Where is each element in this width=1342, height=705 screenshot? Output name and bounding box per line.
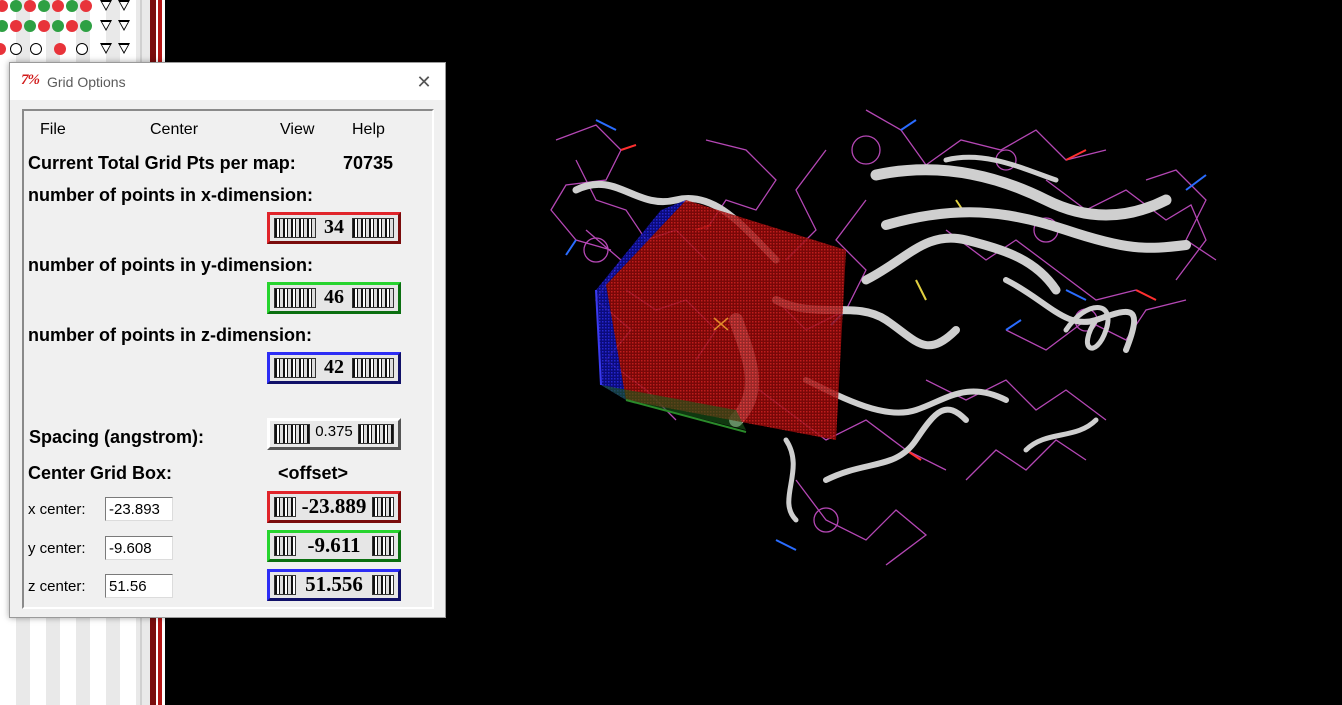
grid-options-panel: File Center View Help Current Total Grid… xyxy=(22,109,434,609)
green-dot-icon xyxy=(10,0,22,12)
molecule-viewer[interactable] xyxy=(446,0,1342,705)
x-offset-value: -23.889 xyxy=(299,494,369,518)
red-dot-icon xyxy=(80,0,92,12)
red-dot-icon xyxy=(0,0,8,12)
x-center-input[interactable] xyxy=(105,497,173,521)
empty-circle-icon xyxy=(76,43,88,55)
y-center-input[interactable] xyxy=(105,536,173,560)
red-dot-icon xyxy=(66,20,78,32)
tk-icon: 7% xyxy=(21,72,40,88)
spacing-thumbwheel[interactable]: 0.375 xyxy=(267,418,401,450)
y-points-thumbwheel[interactable]: 46 xyxy=(267,282,401,314)
x-points-label: number of points in x-dimension: xyxy=(28,185,313,205)
atom-symbol-row xyxy=(0,20,140,34)
x-center-label: x center: xyxy=(28,501,86,518)
spacing-label: Spacing (angstrom): xyxy=(29,427,205,447)
spacing-value: 0.375 xyxy=(313,423,355,440)
triangle-icon xyxy=(118,43,130,54)
offset-label: <offset> xyxy=(278,463,349,483)
x-offset-thumbwheel[interactable]: -23.889 xyxy=(267,491,401,523)
total-grid-points-value: 70735 xyxy=(343,153,394,173)
triangle-icon xyxy=(100,0,112,11)
triangle-icon xyxy=(118,20,130,31)
red-dot-icon xyxy=(10,20,22,32)
close-icon[interactable]: ✕ xyxy=(409,67,439,97)
y-points-label: number of points in y-dimension: xyxy=(28,255,313,275)
triangle-icon xyxy=(100,20,112,31)
title-bar[interactable]: 7% Grid Options ✕ xyxy=(10,63,445,100)
triangle-icon xyxy=(100,43,112,54)
window-title: Grid Options xyxy=(47,74,126,90)
x-points-value: 34 xyxy=(322,216,346,238)
green-dot-icon xyxy=(52,20,64,32)
z-offset-value: 51.556 xyxy=(303,572,365,596)
y-offset-value: -9.611 xyxy=(305,533,363,557)
grid-options-dialog: 7% Grid Options ✕ File Center View Help … xyxy=(9,62,446,618)
y-offset-thumbwheel[interactable]: -9.611 xyxy=(267,530,401,562)
green-dot-icon xyxy=(0,20,8,32)
y-center-label: y center: xyxy=(28,540,86,557)
red-dot-icon xyxy=(52,0,64,12)
menu-help[interactable]: Help xyxy=(352,121,385,139)
green-dot-icon xyxy=(80,20,92,32)
empty-circle-icon xyxy=(30,43,42,55)
menu-center[interactable]: Center xyxy=(150,121,198,139)
green-dot-icon xyxy=(38,0,50,12)
red-dot-icon xyxy=(38,20,50,32)
atom-symbol-row xyxy=(0,43,140,57)
empty-circle-icon xyxy=(10,43,22,55)
green-dot-icon xyxy=(66,0,78,12)
green-dot-icon xyxy=(24,20,36,32)
red-dot-icon xyxy=(54,43,66,55)
red-dot-icon xyxy=(0,43,6,55)
menu-view[interactable]: View xyxy=(280,121,314,139)
z-points-thumbwheel[interactable]: 42 xyxy=(267,352,401,384)
triangle-icon xyxy=(118,0,130,11)
red-dot-icon xyxy=(24,0,36,12)
menu-file[interactable]: File xyxy=(40,121,66,139)
z-center-label: z center: xyxy=(28,578,86,595)
z-center-input[interactable] xyxy=(105,574,173,598)
menu-bar: File Center View Help xyxy=(24,111,432,141)
grid-box xyxy=(595,200,846,440)
y-points-value: 46 xyxy=(322,286,346,308)
center-grid-box-heading: Center Grid Box: xyxy=(28,463,173,483)
atom-symbol-row xyxy=(0,0,140,14)
molecule-render xyxy=(550,109,1217,566)
total-grid-points-label: Current Total Grid Pts per map: xyxy=(28,153,296,173)
z-points-value: 42 xyxy=(322,356,346,378)
z-points-label: number of points in z-dimension: xyxy=(28,325,312,345)
z-offset-thumbwheel[interactable]: 51.556 xyxy=(267,569,401,601)
x-points-thumbwheel[interactable]: 34 xyxy=(267,212,401,244)
